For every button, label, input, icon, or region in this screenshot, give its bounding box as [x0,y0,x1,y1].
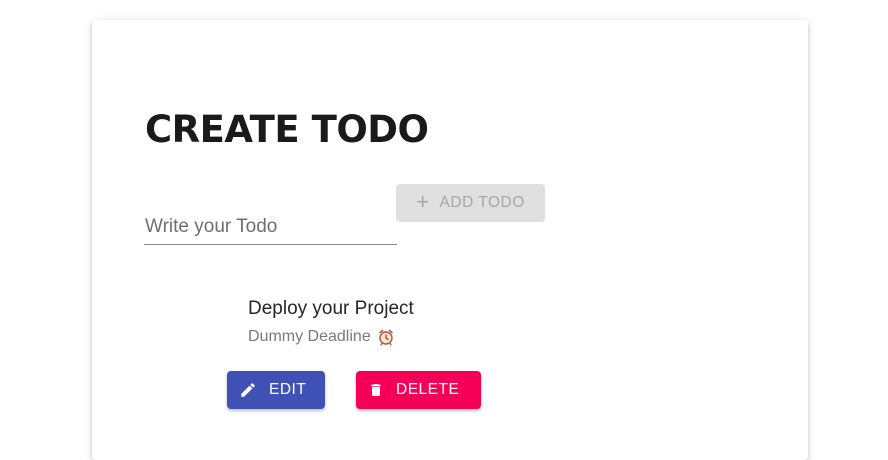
delete-button[interactable]: DELETE [356,371,481,409]
todo-input[interactable] [144,210,397,245]
add-todo-button[interactable]: + ADD TODO [396,184,545,222]
plus-icon: + [416,189,430,214]
pencil-icon [239,381,257,399]
delete-label: DELETE [396,381,460,398]
trash-icon [368,380,384,400]
alarm-clock-icon [377,328,395,346]
todo-item-deadline: Dummy Deadline [248,328,395,346]
page-title: CREATE TODO [145,108,429,151]
todo-item-title: Deploy your Project [248,298,414,319]
deadline-text: Dummy Deadline [248,328,371,345]
edit-label: EDIT [269,381,307,398]
todo-card: CREATE TODO + ADD TODO Deploy your Proje… [92,20,808,460]
add-todo-label: ADD TODO [439,194,525,211]
edit-button[interactable]: EDIT [227,371,325,409]
